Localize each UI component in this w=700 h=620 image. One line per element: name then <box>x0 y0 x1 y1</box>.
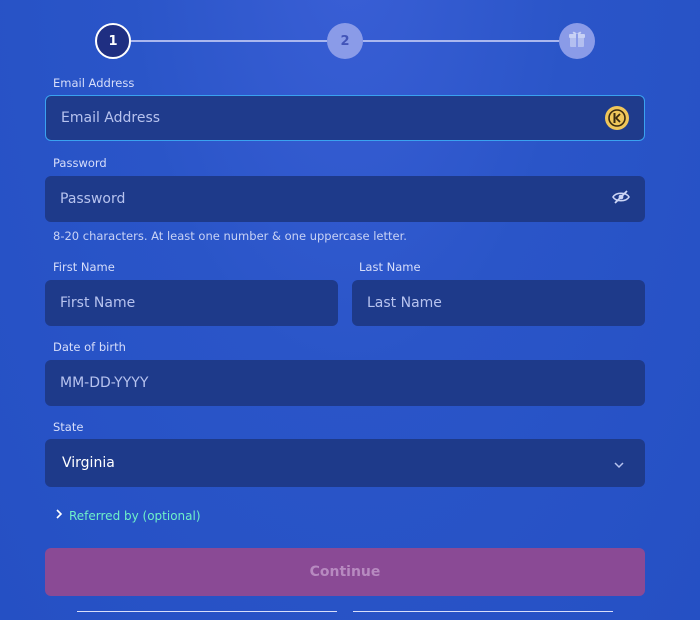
password-field[interactable] <box>60 191 612 207</box>
dob-field[interactable] <box>60 375 630 391</box>
state-label: State <box>53 420 84 434</box>
chevron-right-icon <box>55 508 63 523</box>
step-connector <box>131 40 327 42</box>
first-name-label: First Name <box>53 260 115 274</box>
step-3-indicator <box>559 23 595 59</box>
step-2-indicator: 2 <box>327 23 363 59</box>
step-connector <box>363 40 559 42</box>
email-label: Email Address <box>53 76 135 90</box>
dob-label: Date of birth <box>53 340 126 354</box>
divider-line <box>77 611 337 612</box>
password-hint: 8-20 characters. At least one number & o… <box>53 229 407 243</box>
referred-by-label: Referred by (optional) <box>69 508 201 523</box>
email-field-container <box>45 95 645 141</box>
gift-icon <box>567 29 587 53</box>
step-1-indicator: 1 <box>95 23 131 59</box>
state-select-value: Virginia <box>62 455 115 471</box>
divider-line <box>353 611 613 612</box>
progress-stepper: 1 2 <box>95 23 595 59</box>
keeper-autofill-icon[interactable] <box>605 106 629 130</box>
referred-by-toggle[interactable]: Referred by (optional) <box>55 508 201 523</box>
dob-field-container <box>45 360 645 406</box>
password-field-container <box>45 176 645 222</box>
last-name-field[interactable] <box>367 295 630 311</box>
first-name-field[interactable] <box>60 295 323 311</box>
eye-slash-icon[interactable] <box>612 189 630 209</box>
last-name-field-container <box>352 280 645 326</box>
continue-button[interactable]: Continue <box>45 548 645 596</box>
last-name-label: Last Name <box>359 260 421 274</box>
email-field[interactable] <box>61 110 605 126</box>
state-select[interactable]: Virginia <box>45 439 645 487</box>
first-name-field-container <box>45 280 338 326</box>
password-label: Password <box>53 156 107 170</box>
chevron-down-icon <box>613 454 625 473</box>
